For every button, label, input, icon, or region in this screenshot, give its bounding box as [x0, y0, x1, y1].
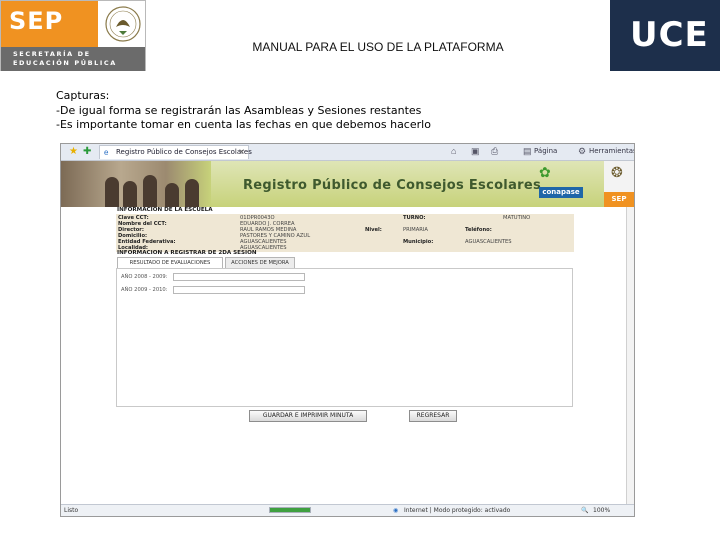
conapase-logo: ✿ conapase [539, 165, 583, 203]
home-icon[interactable]: ⌂ [451, 146, 456, 156]
browser-tab-bar: ★ ✚ e Registro Público de Consejos Escol… [61, 144, 634, 161]
mexican-eagle-icon [105, 6, 141, 42]
banner-photo-person [105, 177, 119, 207]
session-panel: AÑO 2008 - 2009: AÑO 2009 - 2010: [116, 268, 573, 407]
page-icon: ▤ [523, 146, 532, 156]
feeds-icon[interactable]: ▣ [471, 146, 480, 157]
zoom-icon[interactable]: 🔍 [581, 507, 588, 514]
sep-mini-logo: ❂ SEP [604, 161, 634, 207]
save-print-minute-button[interactable]: GUARDAR E IMPRIMIR MINUTA [249, 410, 367, 422]
page-load-progress [269, 507, 311, 513]
close-tab-icon[interactable]: × [238, 147, 245, 156]
conapase-leaf-icon: ✿ [539, 165, 551, 181]
tab-resultado-evaluaciones[interactable]: RESULTADO DE EVALUACIONES [117, 257, 223, 268]
add-favorites-icon[interactable]: ✚ [83, 146, 91, 157]
browser-status-bar: Listo ◉ Internet | Modo protegido: activ… [61, 504, 634, 516]
banner-photo-person [143, 175, 157, 207]
security-zone-text: Internet | Modo protegido: activado [404, 507, 511, 514]
site-banner: Registro Público de Consejos Escolares ✿… [61, 161, 634, 207]
internet-zone-icon: ◉ [393, 507, 399, 514]
print-icon[interactable]: ⎙ [491, 146, 498, 157]
browser-tab-title: Registro Público de Consejos Escolares [116, 148, 252, 156]
tab-acciones-mejora[interactable]: ACCIONES DE MEJORA [225, 257, 295, 268]
caption-line1: -De igual forma se registrarán las Asamb… [56, 103, 422, 117]
back-button[interactable]: REGRESAR [409, 410, 457, 422]
page-menu[interactable]: Página [534, 147, 557, 155]
year-field-label: AÑO 2008 - 2009: [121, 274, 168, 280]
browser-tab[interactable]: e Registro Público de Consejos Escolares… [99, 145, 252, 159]
school-info-heading: INFORMACION DE LA ESCUELA [117, 207, 213, 213]
tools-gear-icon: ⚙ [578, 146, 587, 156]
banner-photo-person [123, 181, 137, 207]
year-field-label: AÑO 2009 - 2010: [121, 287, 168, 293]
slide-title-text: MANUAL PARA EL USO DE LA PLATAFORMA [252, 40, 504, 54]
mexican-eagle-icon: ❂ [611, 164, 623, 180]
sep-mini-label: SEP [604, 192, 634, 207]
conapase-label: conapase [539, 187, 583, 198]
school-info-panel: Clave CCT: 01DPR0043O TURNO: MATUTINO No… [116, 214, 574, 252]
session-info-heading: INFORMACION A REGISTRAR DE 2DA SESION [117, 250, 257, 256]
uce-logo: UCE [610, 0, 720, 71]
status-text: Listo [64, 507, 79, 514]
favorites-star-icon[interactable]: ★ [69, 146, 78, 157]
browser-screenshot: ★ ✚ e Registro Público de Consejos Escol… [60, 143, 635, 517]
caption-line2: -Es importante tomar en cuenta las fecha… [56, 118, 431, 131]
year-2008-2009-input[interactable] [173, 273, 305, 281]
caption-heading: Capturas: [56, 89, 110, 102]
banner-photo-person [165, 183, 179, 207]
ie-page-icon: e [104, 148, 109, 157]
tools-menu[interactable]: Herramientas [589, 147, 634, 155]
year-2009-2010-input[interactable] [173, 286, 305, 294]
uce-logo-text: UCE [630, 15, 709, 55]
banner-photo [61, 161, 211, 207]
zoom-level[interactable]: 100% [593, 507, 610, 514]
banner-photo-person [185, 179, 199, 207]
sep-subtitle-line2: EDUCACIÓN PÚBLICA [13, 59, 117, 67]
site-banner-title: Registro Público de Consejos Escolares [243, 178, 542, 193]
page-load-progress-fill [270, 508, 310, 512]
sep-logo-text: SEP [9, 7, 64, 35]
caption: Capturas: -De igual forma se registrarán… [56, 89, 431, 133]
page-scrollbar[interactable] [626, 207, 634, 506]
sep-logo: SEP SECRETARÍA DE EDUCACIÓN PÚBLICA [0, 0, 146, 71]
